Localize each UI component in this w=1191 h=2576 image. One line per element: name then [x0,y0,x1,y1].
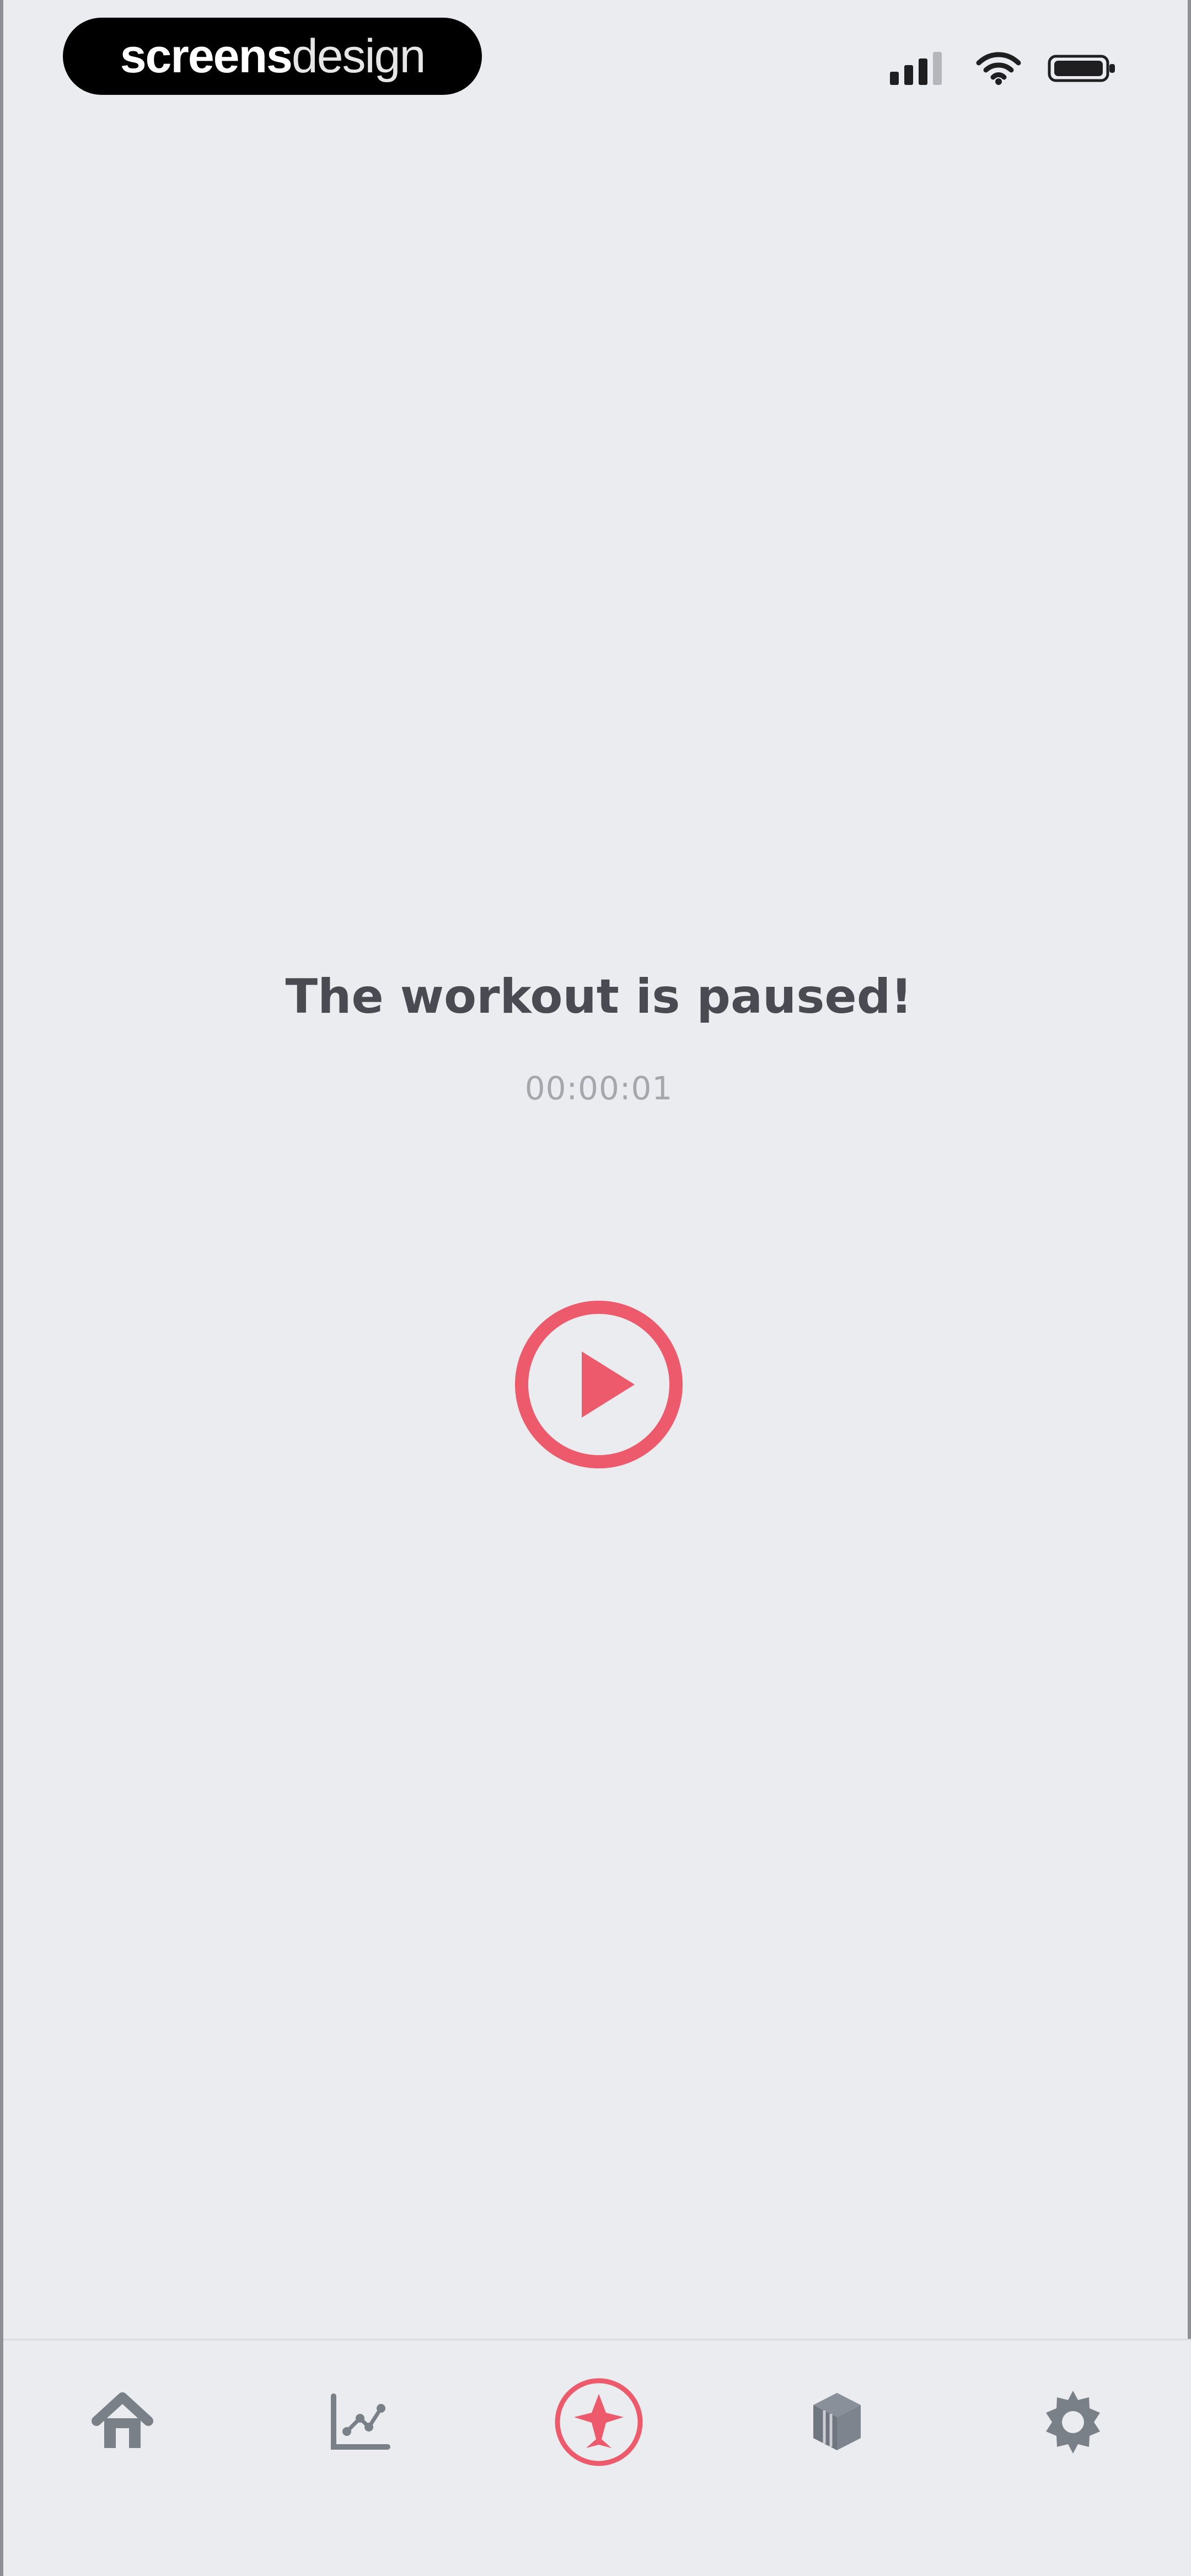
signal-icon [890,52,942,85]
cube-icon [813,2393,861,2450]
nav-settings[interactable] [1023,2372,1123,2472]
bottom-navigation [3,2339,1191,2576]
wifi-icon [976,52,1021,85]
nav-cube[interactable] [787,2372,887,2472]
paused-workout-panel: The workout is paused! 00:00:01 [3,971,1191,1107]
stats-icon [331,2393,390,2450]
status-icons [890,51,1117,86]
settings-icon [1046,2391,1100,2454]
phone-screen: screens design The workout is paused! 00… [0,0,1191,2576]
battery-icon [1048,55,1115,82]
home-icon [92,2392,153,2448]
resume-button[interactable] [511,1296,687,1473]
brand-badge: screens design [63,18,482,95]
paused-title: The workout is paused! [285,969,913,1024]
play-circle-icon [515,1301,683,1468]
brand-secondary-text: design [291,30,426,83]
nav-workout[interactable] [549,2372,648,2472]
nav-home[interactable] [73,2372,172,2472]
brand-primary-text: screens [120,30,293,83]
workout-icon [555,2378,643,2466]
status-bar: screens design [3,0,1191,132]
elapsed-time: 00:00:01 [524,1069,673,1107]
nav-stats[interactable] [310,2372,409,2472]
